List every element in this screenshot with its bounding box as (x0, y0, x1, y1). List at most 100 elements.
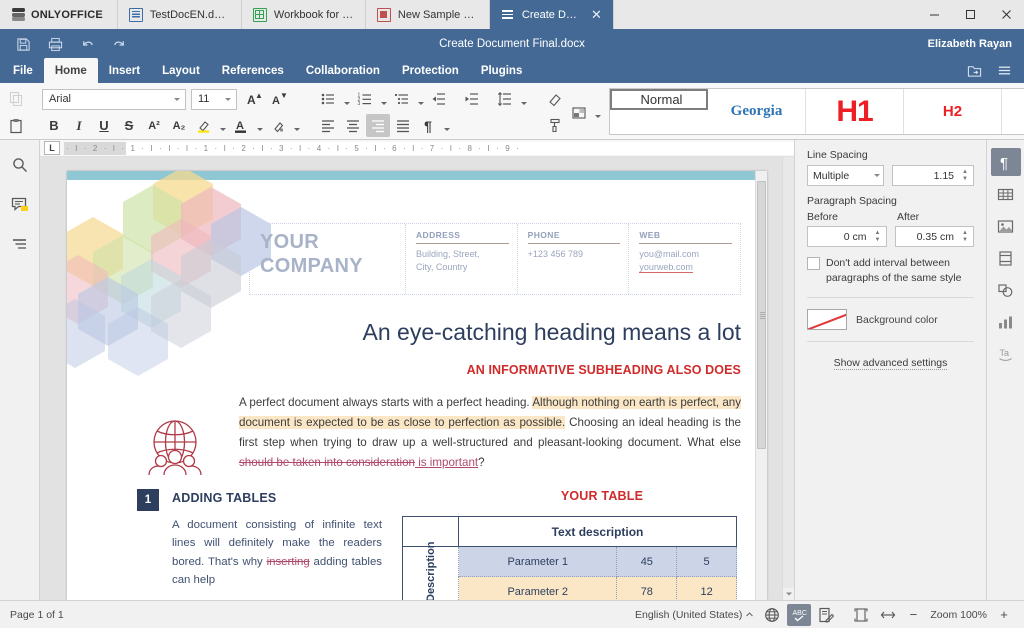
tab-testdocen[interactable]: TestDocEN.docx (117, 0, 242, 29)
show-formatting-marks-icon[interactable]: ¶ (416, 114, 440, 137)
bullet-list-icon[interactable] (316, 88, 340, 111)
ruler-scale[interactable]: · I · 2 · I · 1 · I · I · I · 1 · I · 2 … (64, 141, 794, 155)
shape-settings-icon[interactable] (991, 276, 1021, 304)
align-center-icon[interactable] (341, 114, 365, 137)
line-spacing-value-input[interactable]: 1.15 ▲ ▼ (892, 165, 974, 186)
chevron-down-icon[interactable] (871, 174, 883, 177)
onlyoffice-brand[interactable]: ONLYOFFICE (0, 0, 118, 29)
copy-icon[interactable] (4, 88, 28, 111)
numbered-list-icon[interactable]: 123 (353, 88, 377, 111)
increase-indent-icon[interactable] (460, 88, 484, 111)
search-icon[interactable] (6, 152, 34, 178)
no-interval-option[interactable]: Don't add interval between paragraphs of… (807, 256, 974, 286)
maximize-icon[interactable] (952, 0, 988, 29)
zoom-out-button[interactable]: − (903, 604, 923, 626)
formatting-marks-dropdown[interactable] (441, 114, 452, 137)
page-scrollbar[interactable] (755, 171, 767, 600)
save-icon[interactable] (8, 31, 38, 57)
font-size-input[interactable]: 11 (191, 88, 237, 110)
tab-file[interactable]: File (2, 58, 44, 83)
paste-icon[interactable] (4, 114, 28, 137)
body-paragraph[interactable]: A perfect document always starts with a … (239, 393, 742, 473)
style-georgia[interactable]: Georgia (708, 89, 806, 134)
superscript-button[interactable]: A² (142, 114, 166, 137)
line-spacing-mode-select[interactable]: Multiple (807, 165, 884, 186)
copy-style-icon[interactable] (543, 114, 567, 137)
align-justify-icon[interactable] (391, 114, 415, 137)
view-settings-icon[interactable] (990, 60, 1018, 82)
decrease-font-size-icon[interactable]: A ▼ (267, 88, 291, 111)
table-settings-icon[interactable] (991, 180, 1021, 208)
show-advanced-settings-link[interactable]: Show advanced settings (833, 357, 948, 371)
tab-layout[interactable]: Layout (151, 58, 211, 83)
increase-font-size-icon[interactable]: A ▲ (242, 88, 266, 111)
language-icon[interactable] (760, 604, 784, 626)
spacing-before-input[interactable]: 0 cm ▲ ▼ (807, 226, 887, 247)
redo-icon[interactable] (104, 31, 134, 57)
spellcheck-icon[interactable]: ABC (787, 603, 812, 626)
tab-references[interactable]: References (211, 58, 295, 83)
tab-home[interactable]: Home (43, 58, 98, 83)
chevron-down-icon[interactable] (222, 98, 234, 101)
decrease-indent-icon[interactable] (427, 88, 451, 111)
comments-icon[interactable] (6, 192, 34, 218)
tab-insert[interactable]: Insert (98, 58, 151, 83)
document-language[interactable]: English (United States) (635, 609, 754, 621)
horizontal-ruler[interactable]: L · I · 2 · I · 1 · I · I · I · 1 · I · … (40, 140, 794, 157)
shading-icon[interactable] (266, 114, 290, 137)
highlight-color-icon[interactable] (192, 114, 216, 137)
italic-button[interactable]: I (67, 114, 91, 137)
multilevel-list-dropdown[interactable] (415, 88, 426, 111)
header-footer-settings-icon[interactable] (991, 244, 1021, 272)
chart-settings-icon[interactable] (991, 308, 1021, 336)
font-color-icon[interactable]: A (229, 114, 253, 137)
image-settings-icon[interactable] (991, 212, 1021, 240)
clear-style-icon[interactable] (543, 88, 567, 111)
headings-icon[interactable] (6, 232, 34, 258)
strikethrough-button[interactable]: S (117, 114, 141, 137)
spinner-arrows[interactable]: ▲ ▼ (959, 169, 971, 182)
spinner-arrows[interactable]: ▲ ▼ (959, 230, 971, 243)
letterhead-table[interactable]: YOUR COMPANY ADDRESS Building, Street, C… (249, 223, 741, 295)
open-location-icon[interactable] (960, 60, 988, 82)
tab-collaboration[interactable]: Collaboration (295, 58, 391, 83)
bold-button[interactable]: B (42, 114, 66, 137)
undo-icon[interactable] (72, 31, 102, 57)
line-spacing-icon[interactable] (493, 88, 517, 111)
line-spacing-dropdown[interactable] (518, 88, 529, 111)
close-icon[interactable] (988, 0, 1024, 29)
fit-width-icon[interactable] (876, 604, 900, 626)
zoom-level[interactable]: Zoom 100% (926, 609, 991, 621)
minimize-icon[interactable] (916, 0, 952, 29)
style-empty-slot[interactable] (1002, 89, 1024, 134)
background-color-swatch[interactable] (807, 309, 847, 331)
tab-plugins[interactable]: Plugins (470, 58, 534, 83)
color-scheme-dropdown[interactable] (592, 101, 603, 124)
paragraph-settings-icon[interactable]: ¶ (990, 148, 1021, 176)
scrollbar-thumb[interactable] (757, 181, 766, 449)
spinner-arrows[interactable]: ▲ ▼ (872, 230, 884, 243)
canvas-scrollbar[interactable] (782, 157, 794, 600)
shading-dropdown[interactable] (291, 114, 302, 137)
user-name[interactable]: Elizabeth Rayan (928, 38, 1024, 50)
tab-create-document[interactable]: Create Docume... ✕ (489, 0, 614, 29)
zoom-in-button[interactable]: + (994, 604, 1014, 626)
multilevel-list-icon[interactable] (390, 88, 414, 111)
style-heading-1[interactable]: H1 (806, 89, 904, 134)
data-table[interactable]: Text description Description Parameter 1… (402, 516, 737, 600)
bullet-list-dropdown[interactable] (341, 88, 352, 111)
tab-stop-selector[interactable]: L (44, 141, 60, 155)
tab-protection[interactable]: Protection (391, 58, 470, 83)
background-color-row[interactable]: Background color (807, 309, 974, 331)
tab-new-sample-presentation[interactable]: New Sample Pr... (365, 0, 490, 29)
chevron-down-icon[interactable] (171, 98, 183, 101)
font-color-dropdown[interactable] (254, 114, 265, 137)
font-name-input[interactable]: Arial (42, 88, 186, 110)
track-changes-icon[interactable] (814, 604, 838, 626)
scroll-down-button[interactable] (783, 588, 794, 600)
align-left-icon[interactable] (316, 114, 340, 137)
section-paragraph[interactable]: A document consisting of infinite text l… (172, 516, 382, 590)
no-interval-checkbox[interactable] (807, 257, 820, 270)
document-page[interactable]: YOUR COMPANY ADDRESS Building, Street, C… (67, 171, 767, 600)
style-normal[interactable]: Normal (610, 89, 708, 110)
